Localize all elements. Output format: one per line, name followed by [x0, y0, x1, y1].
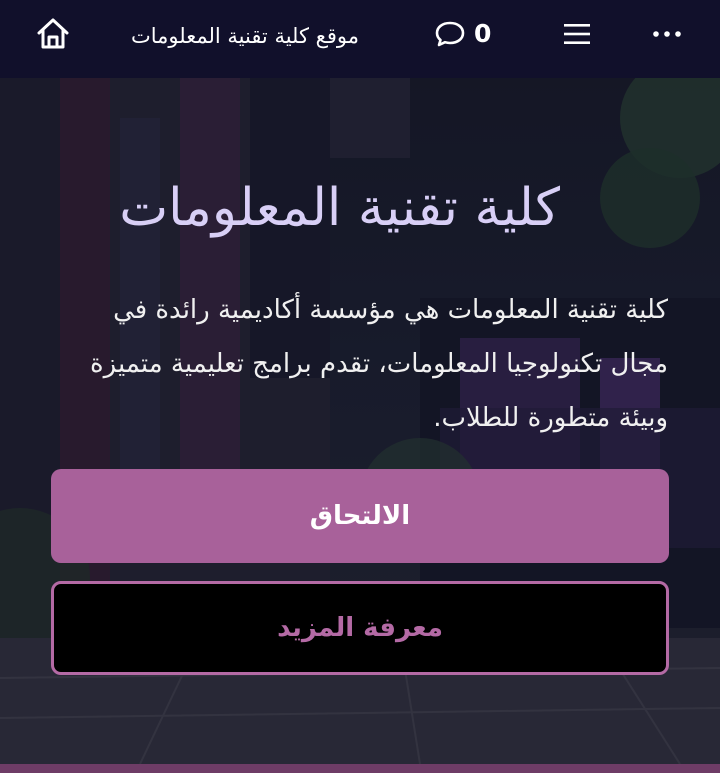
- home-icon[interactable]: [34, 15, 72, 53]
- bottom-strip: [0, 764, 720, 773]
- hero-title: كلية تقنية المعلومات: [119, 178, 560, 238]
- more-dots-icon[interactable]: [650, 20, 684, 48]
- page: موقع كلية تقنية المعلومات 0 كلية تقنية ا…: [0, 0, 720, 773]
- site-title[interactable]: موقع كلية تقنية المعلومات: [110, 20, 380, 52]
- comment-count: 0: [474, 19, 492, 48]
- chat-bubble-icon[interactable]: [434, 19, 466, 49]
- hamburger-menu-icon[interactable]: [562, 20, 592, 48]
- hero-description: كلية تقنية المعلومات هي مؤسسة أكاديمية ر…: [90, 295, 668, 433]
- learn-more-button[interactable]: معرفة المزيد: [51, 581, 669, 675]
- top-bar: موقع كلية تقنية المعلومات 0: [0, 0, 720, 78]
- hero-section: كلية تقنية المعلومات كلية تقنية المعلوما…: [0, 78, 720, 764]
- enroll-button[interactable]: الالتحاق: [51, 469, 669, 563]
